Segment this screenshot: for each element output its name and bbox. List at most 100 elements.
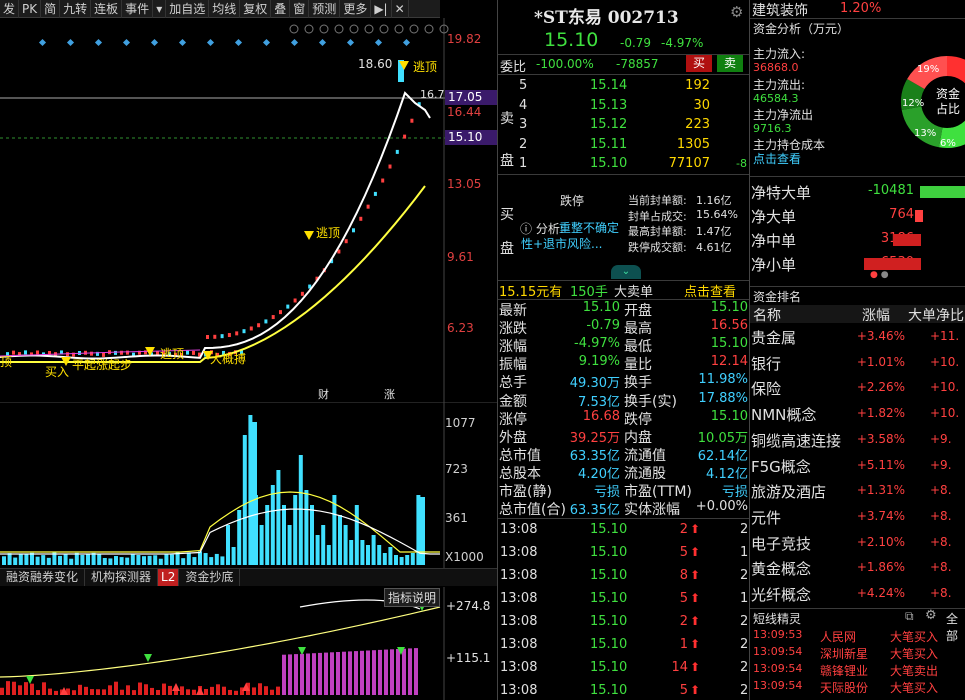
rank-pct: +1.31% [855,483,905,497]
stat-value: 4.12亿 [682,463,748,482]
tick-count: 2 [740,660,748,675]
limit-title: 跌停 [560,192,584,209]
next-icon[interactable]: ▶| [371,0,391,18]
sell-button[interactable]: 卖 [717,55,743,72]
rank-name: 黄金概念 [751,558,811,579]
analysis-reason[interactable]: 重整不确定性+退市风险... [521,220,621,252]
weibi-diff: -78857 [616,57,659,71]
net-flow-label: 净中单 [751,230,796,251]
short-filter[interactable]: 全部 [946,610,965,644]
net-flow-value: 764 [846,207,914,222]
expand-icon[interactable]: ⧉ [905,609,914,624]
tick-time: 13:08 [500,614,537,629]
toolbar-item[interactable]: 窗 [290,0,309,18]
fund-in-value: 36868.0 [753,61,799,74]
tick-volume: 2 [658,614,688,629]
toolbar-item[interactable]: 均线 [209,0,240,18]
tick-volume: 1 [658,637,688,652]
short-time: 13:09:54 [753,662,802,675]
trade-view-link[interactable]: 点击查看 [684,281,736,300]
donut-pct: 13% [914,128,936,139]
stat-value: 15.10 [682,300,748,315]
fund-in-label: 主力流入: [753,45,805,62]
stat-value: 63.35亿 [554,499,620,518]
stat-value: 7.53亿 [554,391,620,410]
sector-name[interactable]: 建筑装饰 [752,0,808,20]
rank-pct: +1.86% [855,560,905,574]
stat-value: 15.10 [554,300,620,315]
donut-center: 资金 [936,86,960,101]
tick-time: 13:08 [500,591,537,606]
buy-button[interactable]: 买 [686,55,712,72]
stat-label: 涨停 [499,409,527,429]
sell-price: 15.11 [590,137,627,152]
tab-institution[interactable]: 机构探测器 [85,569,158,586]
stat-label: 振幅 [499,354,527,374]
toolbar-item[interactable]: ▾ [153,0,166,18]
toolbar-item[interactable]: 更多 [340,0,371,18]
toolbar-item[interactable]: 叠 [271,0,290,18]
tick-volume: 5 [658,683,688,698]
rank-col-pct[interactable]: 涨幅 [862,305,890,325]
rank-col-net[interactable]: 大单净比 [908,305,964,325]
sell-level: 4 [519,98,527,113]
price-tag-high: 17.05 [445,90,497,105]
close-icon[interactable]: ✕ [392,0,409,18]
tick-count: 2 [740,614,748,629]
toolbar-item[interactable]: 复权 [240,0,271,18]
tick-volume: 5 [658,591,688,606]
rank-pct: +3.46% [855,329,905,343]
stat-label: 流通值 [624,445,666,465]
stat-label: 市盈(静) [499,481,552,501]
tick-count: 1 [740,545,748,560]
fund-out-value: 46584.3 [753,92,799,105]
rank-net: +9. [930,432,952,446]
donut-pct: 19% [917,64,939,75]
stat-value: 9.19% [554,354,620,369]
sell-price: 15.12 [590,117,627,132]
price-chart[interactable] [0,18,497,402]
short-title: 短线精灵 [753,610,801,627]
tick-count: 2 [740,637,748,652]
gear-icon[interactable]: ⚙ [730,3,743,21]
pager-dots[interactable]: ● ● [870,270,889,280]
signal-turn-label: 大概搏 [210,350,246,367]
fund-cost-link[interactable]: 点击查看 [753,150,801,167]
rank-name: 电子竞技 [751,533,811,554]
toolbar-item[interactable]: 加自选 [166,0,209,18]
short-stock: 人民网 [820,628,856,645]
toolbar-item[interactable]: 简 [41,0,60,18]
stat-label: 总股本 [499,463,541,483]
toolbar-item[interactable]: 预测 [309,0,340,18]
indicator-tabs: 融资融券变化 机构探测器 L2 资金抄底 [0,568,497,586]
donut-pct: 6% [940,138,956,149]
indicator-help-button[interactable]: 指标说明 [384,588,440,607]
stat-value: 亏损 [554,481,620,500]
rank-net: +8. [930,586,952,600]
toolbar-item[interactable]: 事件 [122,0,153,18]
stat-label: 总市值 [499,445,541,465]
stat-value: 10.05万 [682,427,748,446]
rank-pct: +3.58% [855,432,905,446]
volume-chart[interactable] [0,402,497,568]
stat-value: 39.25万 [554,427,620,446]
price-tag-current: 15.10 [445,130,497,145]
tab-margin[interactable]: 融资融券变化 [0,569,85,586]
toolbar-item[interactable]: 连板 [91,0,122,18]
fund-title: 资金分析（万元） [753,20,849,37]
limit-stat-value: 1.47亿 [696,223,732,239]
tab-l2[interactable]: L2 [158,569,179,586]
up-arrow-icon: ⬆ [690,683,700,697]
toolbar-item[interactable]: PK [19,0,41,18]
toolbar-item[interactable]: 九转 [60,0,91,18]
up-arrow-icon: ⬆ [690,660,700,674]
settings-icon[interactable]: ⚙ [925,608,937,623]
collapse-icon[interactable]: ⌄ [611,265,641,279]
signal-left-label: 顶 [0,353,12,370]
toolbar-item[interactable]: 发 [0,0,19,18]
tab-fund-bottom[interactable]: 资金抄底 [179,569,240,586]
rank-col-name[interactable]: 名称 [753,305,781,325]
sell-level: 5 [519,78,527,93]
stat-value: 11.98% [682,372,748,387]
net-flow-bar [864,258,921,270]
